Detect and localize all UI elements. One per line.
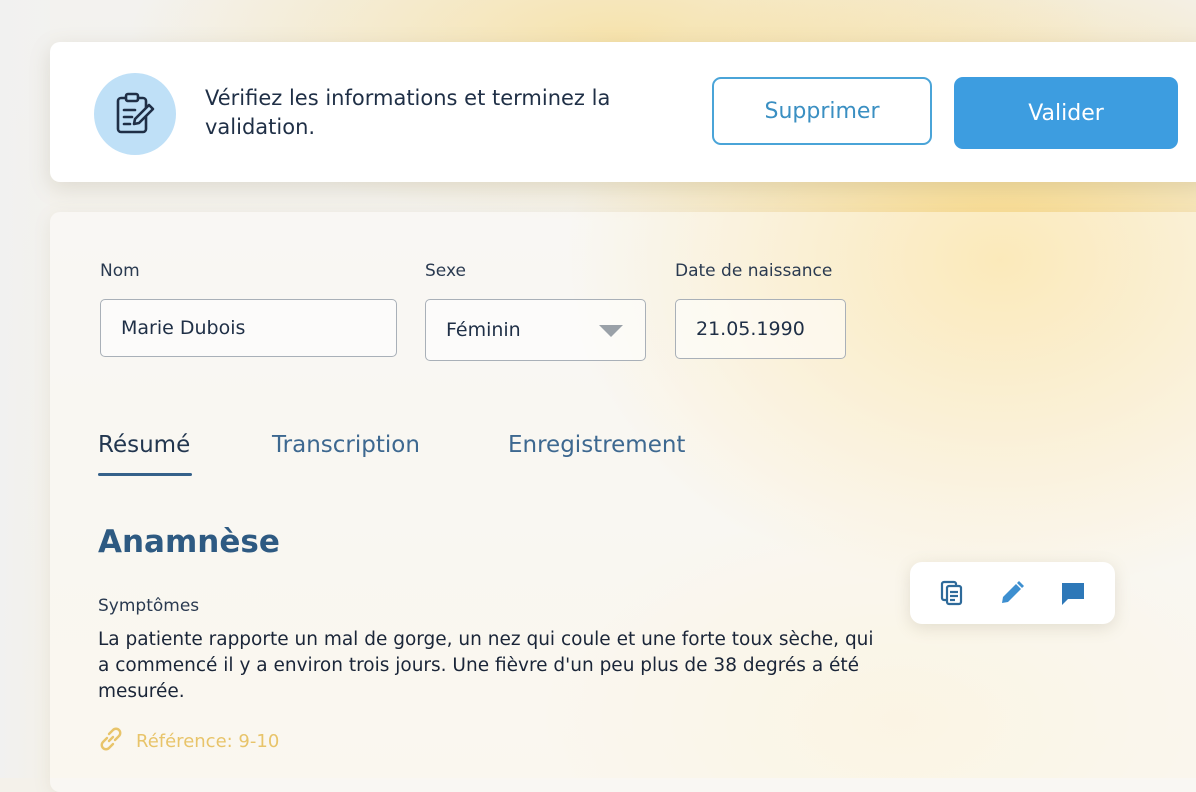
sex-select[interactable]: Féminin — [425, 299, 646, 361]
name-value: Marie Dubois — [121, 317, 246, 339]
birthdate-label: Date de naissance — [675, 261, 833, 281]
chevron-down-icon — [599, 325, 623, 337]
symptoms-label: Symptômes — [98, 596, 200, 616]
symptoms-text: La patiente rapporte un mal de gorge, un… — [98, 629, 874, 702]
section-title: Anamnèse — [98, 524, 280, 560]
tab-enregistrement[interactable]: Enregistrement — [508, 432, 685, 458]
comment-icon[interactable] — [1058, 578, 1088, 608]
section-action-bar — [910, 562, 1115, 624]
sex-label: Sexe — [425, 261, 466, 281]
reference-link[interactable]: Référence: 9-10 — [96, 724, 279, 759]
tab-transcription[interactable]: Transcription — [272, 432, 420, 458]
name-field[interactable]: Marie Dubois — [100, 299, 397, 357]
link-icon — [96, 724, 126, 759]
clipboard-edit-icon — [94, 73, 176, 155]
window-edge — [0, 0, 50, 778]
tab-resume[interactable]: Résumé — [98, 432, 190, 458]
validation-header-card: Vérifiez les informations et terminez la… — [50, 42, 1196, 182]
reference-text: Référence: 9-10 — [136, 731, 280, 752]
sex-value: Féminin — [446, 319, 521, 341]
validation-message: Vérifiez les informations et terminez la… — [205, 86, 611, 139]
edit-pencil-icon[interactable] — [997, 578, 1027, 608]
active-tab-indicator — [98, 473, 192, 476]
validate-button[interactable]: Valider — [954, 77, 1178, 149]
birthdate-field[interactable]: 21.05.1990 — [675, 299, 846, 359]
delete-button[interactable]: Supprimer — [712, 77, 932, 145]
name-label: Nom — [100, 261, 140, 281]
birthdate-value: 21.05.1990 — [696, 318, 805, 340]
copy-icon[interactable] — [937, 578, 967, 608]
